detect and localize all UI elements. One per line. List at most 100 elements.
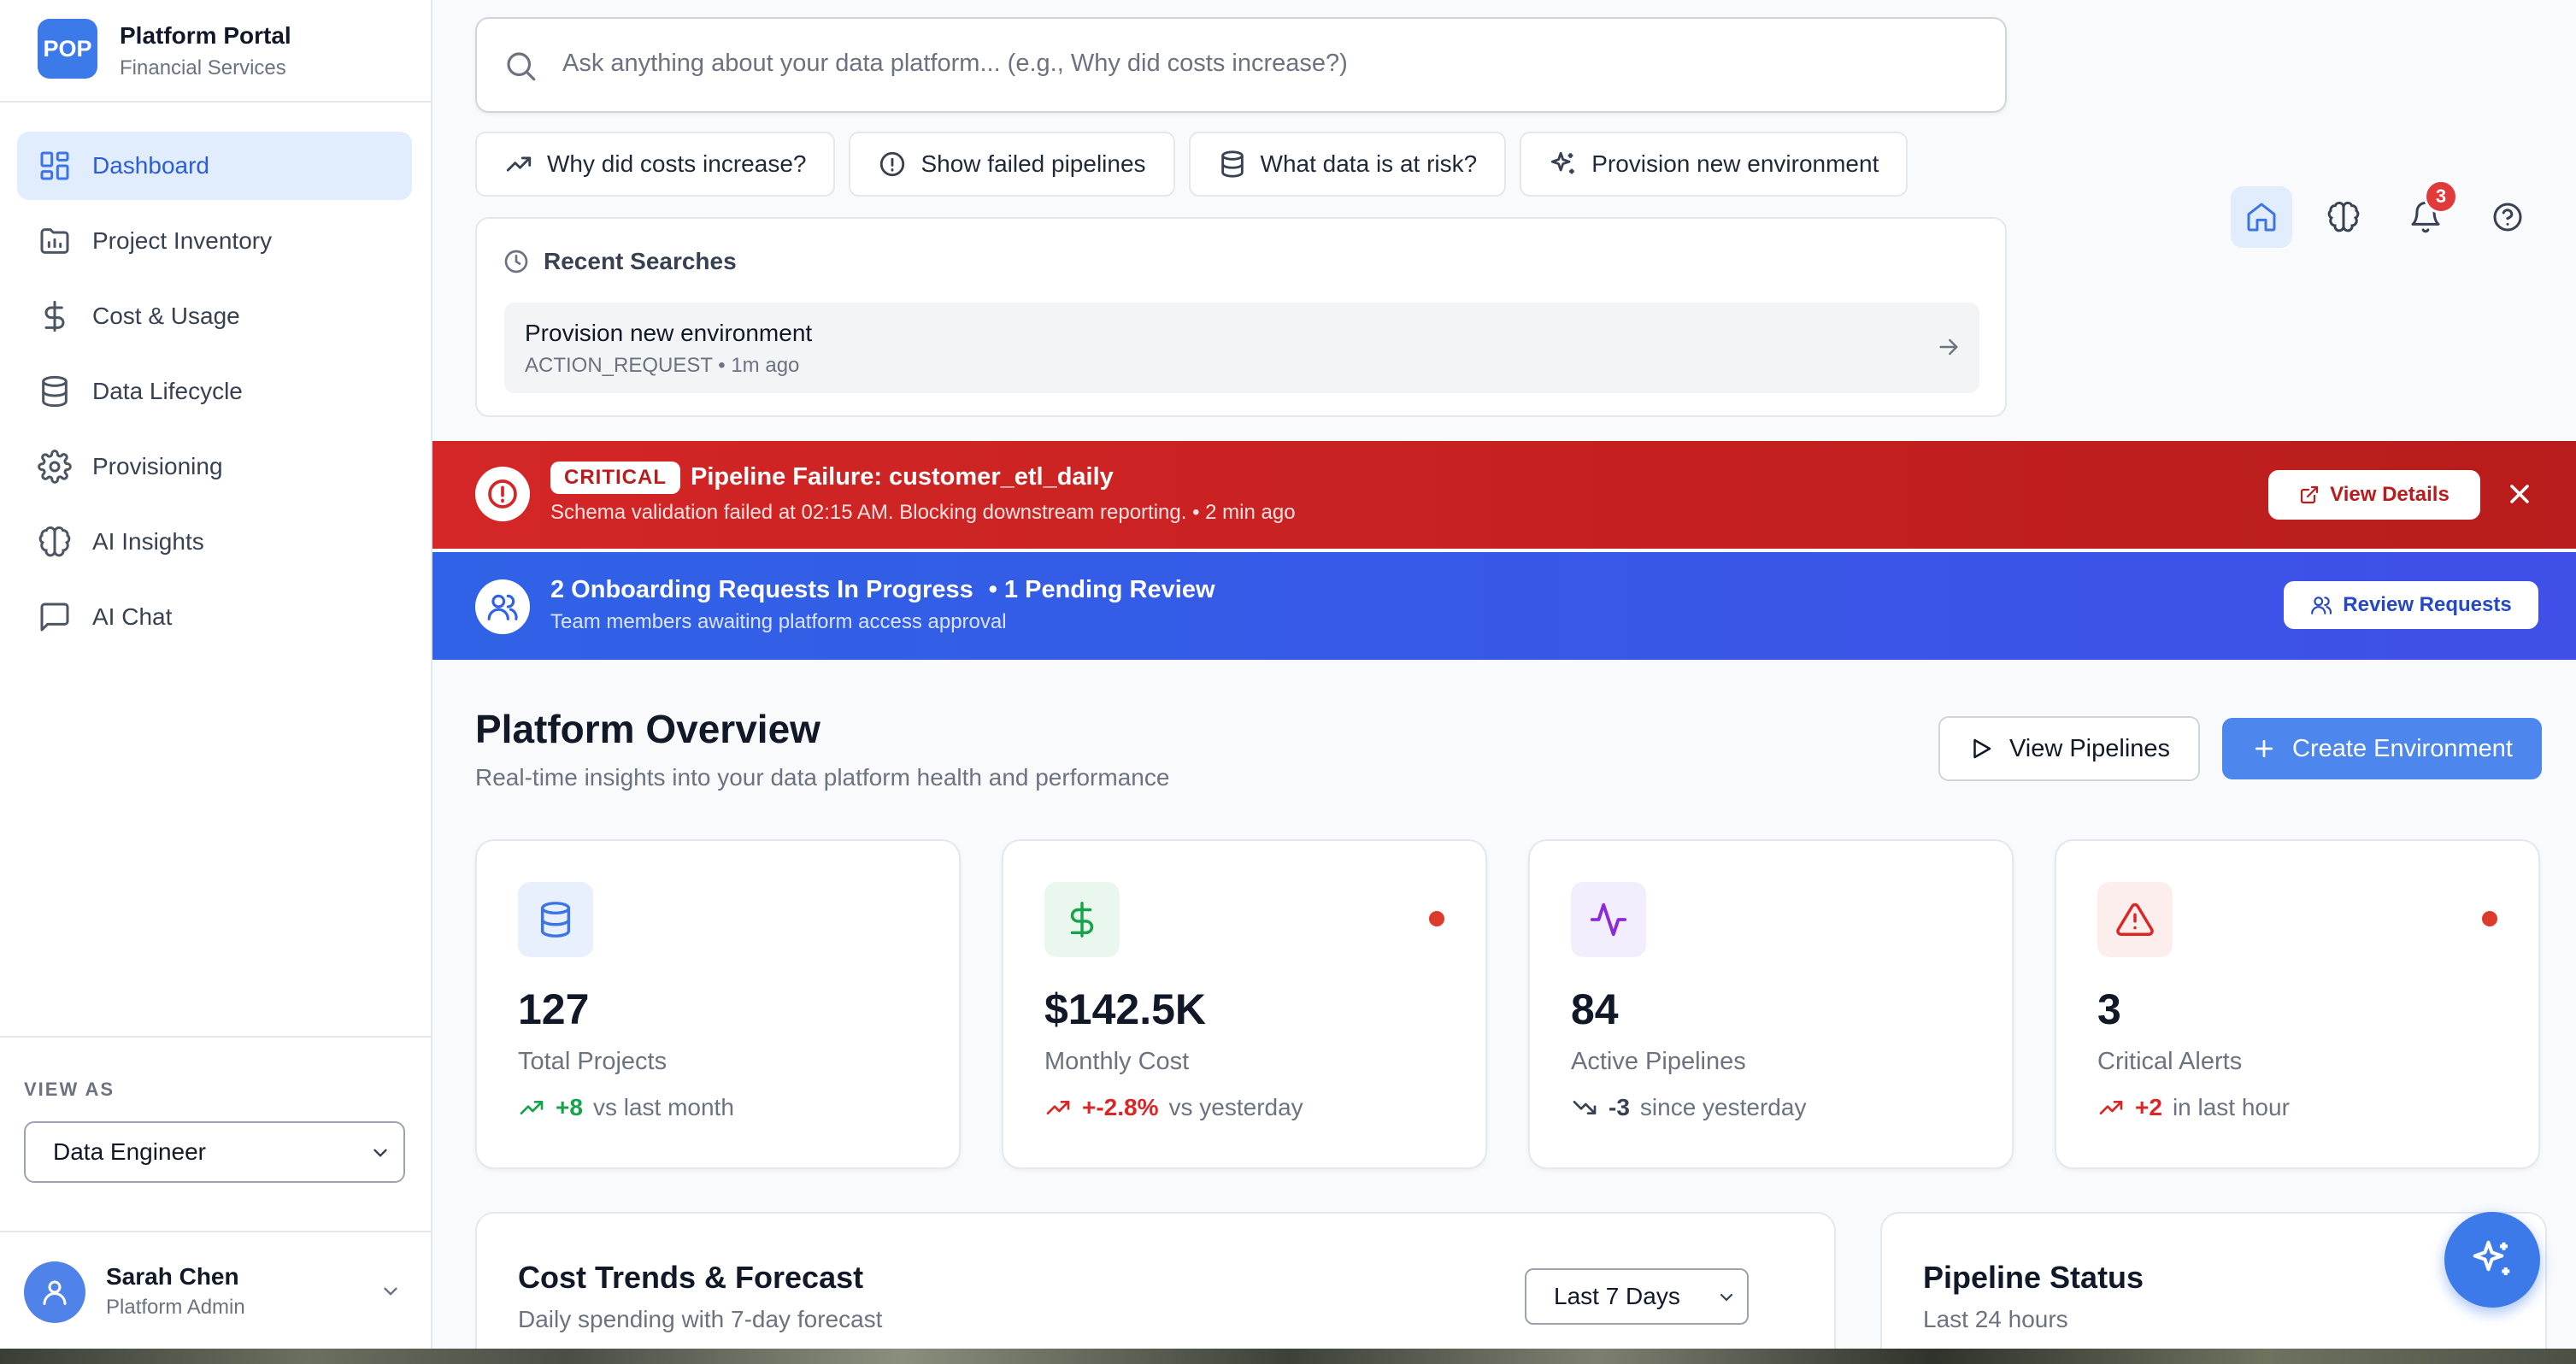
view-pipelines-button[interactable]: View Pipelines	[1938, 716, 2200, 781]
view-as-section: VIEW AS Data Engineer	[0, 1036, 431, 1232]
header-icons: 3	[2231, 179, 2538, 248]
dollar-icon	[1070, 902, 1094, 938]
play-icon	[1973, 738, 1991, 759]
activity-icon	[1590, 902, 1627, 937]
recent-search-title: Provision new environment	[525, 320, 813, 346]
brain-icon	[2327, 202, 2360, 232]
help-button[interactable]	[2477, 186, 2538, 248]
notifications-button[interactable]: 3	[2395, 179, 2458, 248]
onboarding-title: 2 Onboarding Requests In Progress • 1 Pen…	[550, 576, 1215, 604]
sidebar-item-dashboard[interactable]: Dashboard	[17, 132, 412, 200]
view-as-value: Data Engineer	[53, 1138, 207, 1165]
brand-subtitle: Financial Services	[120, 56, 286, 79]
home-icon	[2247, 203, 2276, 232]
sidebar-item-label: Data Lifecycle	[92, 378, 243, 404]
sidebar-item-label: AI Insights	[92, 528, 204, 555]
create-environment-label: Create Environment	[2292, 734, 2513, 762]
chip-data-at-risk[interactable]: What data is at risk?	[1188, 132, 1507, 197]
page-title: Platform Overview	[475, 707, 820, 751]
chevron-down-icon	[1720, 1293, 1733, 1302]
dollar-icon	[44, 300, 65, 332]
users-icon	[2311, 597, 2332, 614]
brand-logo[interactable]: POP	[38, 19, 97, 79]
create-environment-button[interactable]: Create Environment	[2222, 718, 2542, 779]
close-icon[interactable]	[2504, 479, 2535, 509]
chevron-down-icon	[373, 1149, 387, 1157]
search-input[interactable]: Ask anything about your data platform...…	[562, 50, 1348, 78]
metric-card-monthly-cost[interactable]: $142.5K Monthly Cost +-2.8% vs yesterday	[1002, 839, 1487, 1169]
dashboard-grid-icon	[40, 151, 69, 180]
database-icon	[42, 375, 68, 408]
sidebar-item-cost-usage[interactable]: Cost & Usage	[17, 282, 412, 350]
chip-label: Show failed pipelines	[920, 150, 1146, 177]
trend-up-icon	[2099, 1101, 2123, 1114]
onboarding-banner: 2 Onboarding Requests In Progress • 1 Pen…	[432, 552, 2576, 660]
chip-why-costs-increase[interactable]: Why did costs increase?	[475, 132, 836, 197]
chip-label: What data is at risk?	[1260, 150, 1478, 177]
sidebar-nav: Dashboard Project Inventory Cost & Usage…	[17, 132, 412, 658]
review-requests-label: Review Requests	[2343, 593, 2512, 616]
panel-subtitle: Last 24 hours	[1923, 1306, 2068, 1332]
sidebar-item-provisioning[interactable]: Provisioning	[17, 432, 412, 501]
onboarding-title-text: 2 Onboarding Requests In Progress	[550, 576, 973, 603]
recent-search-meta: ACTION_REQUEST • 1m ago	[525, 354, 800, 377]
alert-dot	[2482, 911, 2497, 926]
user-profile[interactable]: Sarah Chen Platform Admin	[0, 1231, 431, 1349]
sidebar-item-label: Provisioning	[92, 453, 223, 479]
sidebar-item-data-lifecycle[interactable]: Data Lifecycle	[17, 357, 412, 426]
view-as-select[interactable]: Data Engineer	[24, 1121, 405, 1183]
view-pipelines-label: View Pipelines	[2008, 734, 2171, 762]
sidebar-item-label: Project Inventory	[92, 227, 273, 254]
suggestion-chips: Why did costs increase? Show failed pipe…	[475, 132, 1908, 197]
metric-delta: +2	[2135, 1094, 2162, 1120]
recent-search-item[interactable]: Provision new environment ACTION_REQUEST…	[504, 303, 1979, 393]
metric-card-critical-alerts[interactable]: 3 Critical Alerts +2 in last hour	[2055, 839, 2540, 1169]
brand-name: Platform Portal	[120, 22, 291, 49]
sidebar-item-label: Dashboard	[92, 152, 209, 179]
metric-icon-box	[1044, 882, 1120, 957]
review-requests-button[interactable]: Review Requests	[2284, 581, 2538, 629]
ai-assistant-button[interactable]	[2444, 1212, 2540, 1308]
brain-icon	[38, 526, 71, 557]
metric-icon-box	[518, 882, 593, 957]
chat-icon	[40, 603, 69, 632]
metric-card-total-projects[interactable]: 127 Total Projects +8 vs last month	[475, 839, 961, 1169]
notification-badge: 3	[2424, 179, 2458, 214]
onboarding-pending: • 1 Pending Review	[988, 576, 1215, 603]
avatar	[24, 1261, 85, 1323]
sidebar-item-label: AI Chat	[92, 603, 173, 630]
warning-triangle-icon	[2116, 903, 2154, 936]
arrow-right-icon	[1939, 338, 1958, 356]
panel-subtitle: Daily spending with 7-day forecast	[518, 1306, 883, 1332]
external-link-icon	[2301, 485, 2319, 504]
metric-trend: +-2.8% vs yesterday	[1044, 1094, 1303, 1121]
home-button[interactable]	[2231, 186, 2292, 248]
metric-value: 84	[1571, 985, 1619, 1033]
app-window: POP Platform Portal Financial Services D…	[0, 0, 2576, 1349]
ai-insights-button[interactable]	[2313, 186, 2374, 248]
recent-searches-title: Recent Searches	[544, 248, 737, 274]
trend-up-icon	[520, 1101, 544, 1114]
sidebar-item-ai-chat[interactable]: AI Chat	[17, 583, 412, 651]
sidebar-item-project-inventory[interactable]: Project Inventory	[17, 207, 412, 275]
metric-delta-text: vs yesterday	[1168, 1094, 1303, 1120]
chip-provision-environment[interactable]: Provision new environment	[1520, 132, 1908, 197]
alert-circle-icon	[488, 479, 517, 509]
sidebar-item-ai-insights[interactable]: AI Insights	[17, 508, 412, 576]
metric-delta: +-2.8%	[1082, 1094, 1159, 1120]
search-bar[interactable]: Ask anything about your data platform...…	[475, 17, 2007, 113]
metric-label: Total Projects	[518, 1048, 668, 1075]
view-details-button[interactable]: View Details	[2268, 470, 2480, 520]
metric-label: Monthly Cost	[1044, 1048, 1190, 1075]
metric-card-active-pipelines[interactable]: 84 Active Pipelines -3 since yesterday	[1528, 839, 2014, 1169]
user-role: Platform Admin	[106, 1296, 245, 1319]
panel-title: Pipeline Status	[1923, 1260, 2144, 1295]
alert-circle-icon	[880, 151, 905, 177]
search-icon	[507, 52, 536, 81]
chip-label: Why did costs increase?	[547, 150, 807, 177]
metric-label: Active Pipelines	[1571, 1048, 1746, 1075]
sidebar-item-label: Cost & Usage	[92, 303, 240, 329]
chevron-down-icon	[384, 1287, 397, 1296]
date-range-select[interactable]: Last 7 Days	[1525, 1268, 1749, 1325]
chip-show-failed-pipelines[interactable]: Show failed pipelines	[849, 132, 1175, 197]
